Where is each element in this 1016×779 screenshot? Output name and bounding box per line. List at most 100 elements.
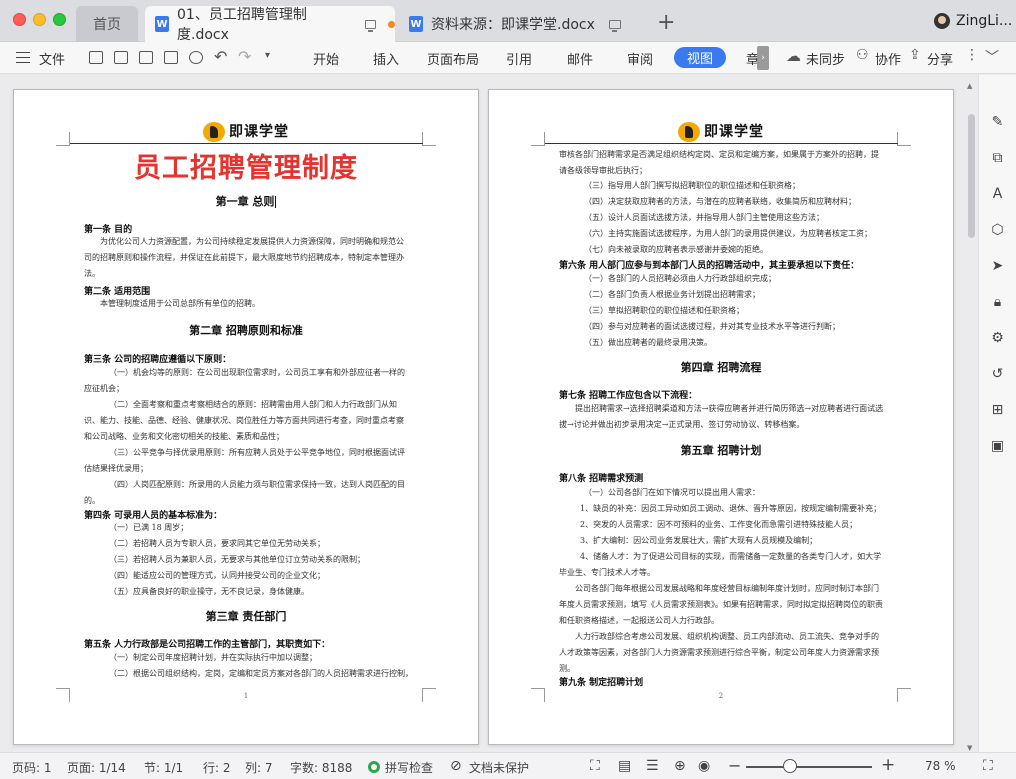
header-logo: 即课学堂 xyxy=(489,122,953,142)
menu-review[interactable]: 审阅 xyxy=(627,49,653,68)
fit-page-icon[interactable]: ⛶ xyxy=(983,758,993,774)
maximize-window-button[interactable] xyxy=(53,13,66,26)
collapse-ribbon-icon[interactable]: ﹀ xyxy=(985,47,999,67)
hexagon-icon[interactable]: ⬡ xyxy=(989,221,1006,238)
file-menu[interactable]: 文件 xyxy=(39,49,65,68)
tab-home-label: 首页 xyxy=(93,17,121,33)
scroll-up-icon[interactable]: ▲ xyxy=(967,82,972,90)
undo-icon[interactable]: ↶ xyxy=(214,47,227,66)
chevron-down-icon[interactable]: ▾ xyxy=(265,50,270,61)
chapter-heading: 第二章 招聘原则和标准 xyxy=(189,324,303,337)
article-heading: 第三条 公司的招聘应遵循以下原则： xyxy=(84,355,232,365)
more-menus-icon[interactable]: › xyxy=(757,46,769,70)
menu-icon[interactable] xyxy=(16,52,30,63)
menu-references[interactable]: 引用 xyxy=(506,49,532,68)
outline-view-icon[interactable]: ☰ xyxy=(646,758,659,774)
status-col: 列: 7 xyxy=(245,761,273,775)
sync-status[interactable]: 未同步 xyxy=(806,49,845,68)
page-view-icon[interactable]: ▤ xyxy=(618,758,631,774)
list-item: （四）人岗匹配原则：所录用的人员能力须与职位需求保持一致，达到人岗匹配的目的。 xyxy=(84,480,405,505)
user-account[interactable]: ZingLi... xyxy=(934,13,1012,29)
list-item: （三）若招聘人员为兼职人员，无要求与其他单位订立劳动关系的限制； xyxy=(109,555,365,564)
logo-text: 即课学堂 xyxy=(229,124,289,140)
list-item: （二）若招聘人员为专职人员，要求同其它单位无劳动关系； xyxy=(109,539,325,548)
tab-doc2[interactable]: W 资料来源：即课学堂.docx xyxy=(399,6,639,42)
tab-home[interactable]: 首页 xyxy=(76,6,138,42)
status-page-code[interactable]: 页码: 1 xyxy=(12,759,52,776)
close-window-button[interactable] xyxy=(13,13,26,26)
more-options-icon[interactable]: ⋮ xyxy=(965,47,979,63)
chapter-heading-text: 第一章 总则 xyxy=(215,195,275,208)
share-icon[interactable]: ⇪ xyxy=(909,47,921,63)
logo-text: 即课学堂 xyxy=(704,124,764,140)
header-rule xyxy=(70,143,423,144)
article-heading: 第七条 招聘工作应包含以下流程： xyxy=(559,391,698,401)
vertical-scrollbar[interactable]: ▲ ▼ xyxy=(965,82,977,752)
header-logo: 即课学堂 xyxy=(14,122,478,142)
print-icon[interactable] xyxy=(164,51,178,64)
spell-check-icon xyxy=(368,761,380,773)
article-heading: 第五条 人力行政部是公司招聘工作的主管部门，其职责如下： xyxy=(84,640,331,650)
paragraph: 为优化公司人力资源配置，为公司持续稳定发展提供人力资源保障，同时明确和规范公司的… xyxy=(84,237,404,278)
list-item: （五）设计人员面试选拔方法，并指导用人部门主管使用这些方法； xyxy=(584,213,824,222)
list-item: （五）应具备良好的职业操守，无不良记录，身体健康。 xyxy=(109,587,309,596)
share-button[interactable]: 分享 xyxy=(927,49,953,68)
collab-icon[interactable]: ⚇ xyxy=(856,47,869,63)
list-item: （三）草拟招聘职位的职位描述和任职资格； xyxy=(584,306,744,315)
doc-protect-status[interactable]: 文档未保护 xyxy=(469,759,529,776)
list-item: （六）主持实施面试选拔程序，为用人部门的录用提供建议，为应聘者核定工资； xyxy=(584,229,872,238)
export-pdf-icon[interactable] xyxy=(139,51,153,64)
spell-check-button[interactable]: 拼写检查 xyxy=(385,759,433,776)
chapter-heading[interactable]: 第一章 总则 xyxy=(14,193,478,209)
web-view-icon[interactable]: ⊕ xyxy=(674,758,686,774)
style-icon[interactable]: A xyxy=(989,185,1006,202)
document-workspace[interactable]: 即课学堂 员工招聘管理制度 第一章 总则 第一条 目的 为优化公司人力资源配置，… xyxy=(0,75,978,752)
list-item: （一）机会均等的原则：在公司出现职位需求时，公司员工享有和外部应征者一样的应征机… xyxy=(84,368,405,393)
unsaved-dot-icon xyxy=(388,20,395,28)
tab-doc1-label: 01、员工招聘管理制度.docx xyxy=(177,7,307,43)
add-image-icon[interactable]: ⊞ xyxy=(989,401,1006,418)
shapes-icon[interactable]: ⧉ xyxy=(989,149,1006,166)
paragraph: 提出招聘需求→选择招聘渠道和方法→获得应聘者并进行简历筛选→对应聘者进行面试选拔… xyxy=(559,404,884,429)
tab-doc1[interactable]: W 01、员工招聘管理制度.docx xyxy=(145,6,395,43)
fullscreen-icon[interactable]: ⛶ xyxy=(590,758,600,774)
zoom-in-icon[interactable]: + xyxy=(881,755,895,775)
document-page-1[interactable]: 即课学堂 员工招聘管理制度 第一章 总则 第一条 目的 为优化公司人力资源配置，… xyxy=(13,89,479,745)
preview-icon[interactable] xyxy=(189,51,203,64)
open-folder-icon[interactable] xyxy=(89,51,103,64)
history-icon[interactable]: ↺ xyxy=(989,365,1006,382)
zoom-level[interactable]: 78 % xyxy=(925,759,956,773)
collab-button[interactable]: 协作 xyxy=(875,49,901,68)
status-word-count[interactable]: 字数: 8188 xyxy=(290,759,352,776)
eye-protect-icon[interactable]: ◉ xyxy=(698,758,710,774)
image-icon[interactable]: ▣ xyxy=(989,437,1006,454)
zoom-slider-handle[interactable] xyxy=(783,759,798,773)
new-tab-button[interactable]: + xyxy=(657,10,675,35)
pen-icon[interactable]: ✎ xyxy=(989,113,1006,130)
scroll-down-icon[interactable]: ▼ xyxy=(967,744,972,752)
article-heading: 第九条 制定招聘计划 xyxy=(559,678,644,688)
menu-view[interactable]: 视图 xyxy=(674,47,726,68)
zoom-out-icon[interactable]: − xyxy=(728,756,741,775)
monitor-icon[interactable] xyxy=(608,19,621,32)
menu-insert[interactable]: 插入 xyxy=(373,49,399,68)
page-number: 2 xyxy=(718,692,724,700)
page-number: 1 xyxy=(243,692,249,700)
minimize-window-button[interactable] xyxy=(33,13,46,26)
document-page-2[interactable]: 即课学堂 审核各部门招聘需求是否满足组织结构定岗、定员和定编方案，如果属于方案外… xyxy=(488,89,954,745)
monitor-icon[interactable] xyxy=(364,19,377,32)
zoom-slider[interactable] xyxy=(746,766,872,768)
menu-start[interactable]: 开始 xyxy=(313,49,339,68)
cloud-sync-icon[interactable]: ☁ xyxy=(786,47,801,65)
list-item: 4、储备人才：为了促进公司目标的实现，而需储备一定数量的各类专门人才，如大学毕业… xyxy=(559,552,882,577)
menu-mail[interactable]: 邮件 xyxy=(567,49,593,68)
save-icon[interactable] xyxy=(114,51,128,64)
status-page-count[interactable]: 页面: 1/14 xyxy=(67,759,126,776)
scrollbar-thumb[interactable] xyxy=(968,114,975,238)
list-item: （二）全面考察和重点考察相结合的原则：招聘需由用人部门和人力行政部门从知识、能力… xyxy=(84,400,404,441)
menu-page-layout[interactable]: 页面布局 xyxy=(427,49,479,68)
cursor-icon[interactable]: ➤ xyxy=(989,257,1006,274)
lock-icon[interactable]: 🔒︎ xyxy=(989,293,1006,310)
redo-icon[interactable]: ↷ xyxy=(238,47,251,66)
settings-sliders-icon[interactable]: ⚙ xyxy=(989,329,1006,346)
